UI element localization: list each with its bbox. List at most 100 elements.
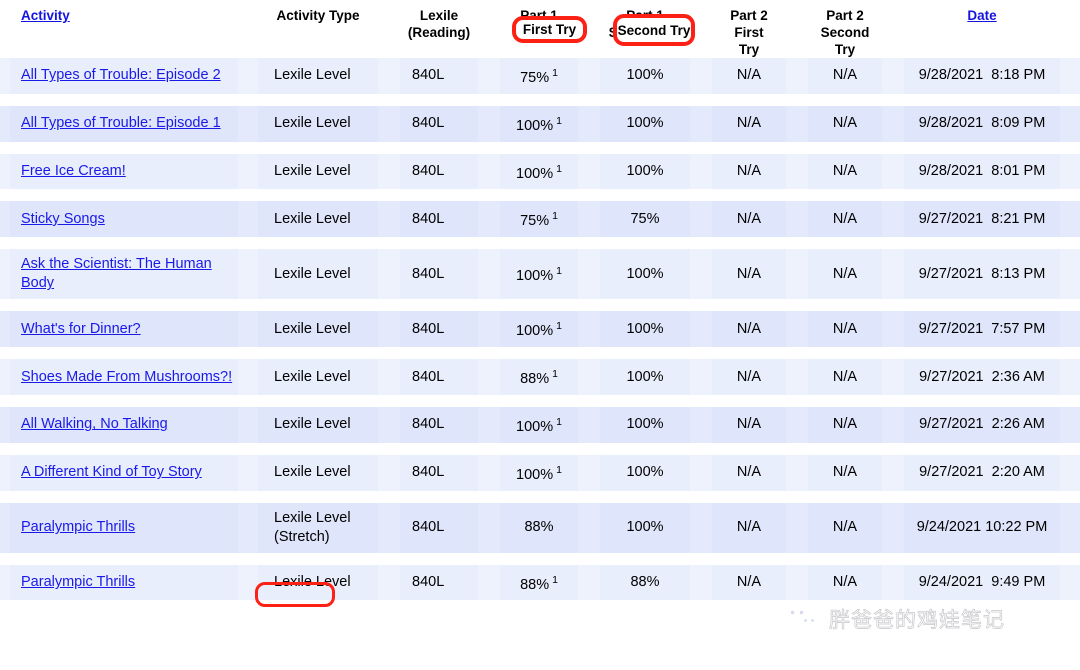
- part2-first-try-value: N/A: [736, 115, 762, 132]
- date-value: 9/27/2021 7:57 PM: [918, 320, 1046, 337]
- part2-first-try-value: N/A: [736, 519, 762, 536]
- row-right-spacer: [1060, 153, 1080, 190]
- cell-part2-first-try: N/A: [712, 359, 786, 395]
- table-row: Paralympic Thrills Lexile Level 840L 88% 1 88…: [0, 564, 1080, 601]
- cell-spacer: [478, 454, 500, 491]
- activity-link[interactable]: A Different Kind of Toy Story: [21, 464, 202, 480]
- row-separator: [0, 93, 1080, 106]
- header-activity[interactable]: Activity: [10, 0, 238, 58]
- header-lexile: Lexile (Reading): [400, 0, 478, 58]
- cell-spacer: [882, 58, 904, 94]
- cell-activity-type: Lexile Level: [258, 406, 378, 443]
- row-right-spacer: [1060, 406, 1080, 443]
- activity-type-label: Lexile Level: [274, 265, 351, 282]
- cell-activity-type: Lexile Level: [258, 564, 378, 601]
- activity-link[interactable]: Paralympic Thrills: [21, 519, 135, 535]
- lexile-value: 840L: [412, 574, 445, 591]
- cell-part2-first-try: N/A: [712, 201, 786, 238]
- header-date[interactable]: Date: [904, 0, 1060, 58]
- part1-first-try-value: 88%: [520, 370, 550, 387]
- cell-spacer: [882, 454, 904, 491]
- cell-spacer: [690, 201, 712, 238]
- wechat-icon: [782, 604, 822, 634]
- cell-spacer: [690, 564, 712, 601]
- activity-link[interactable]: All Types of Trouble: Episode 2: [21, 67, 221, 83]
- cell-spacer: [786, 201, 808, 238]
- part1-second-try-value: 100%: [626, 416, 664, 433]
- part1-first-try-value: 100%: [516, 165, 554, 182]
- row-separator: [0, 141, 1080, 154]
- activity-link[interactable]: Ask the Scientist: The Human Body: [21, 256, 212, 291]
- cell-lexile: 840L: [400, 58, 478, 94]
- activity-link[interactable]: Free Ice Cream!: [21, 163, 126, 179]
- cell-spacer: [478, 311, 500, 348]
- cell-part1-second-try: 100%: [600, 454, 690, 491]
- cell-activity: All Types of Trouble: Episode 1: [10, 105, 238, 142]
- cell-spacer: [882, 105, 904, 142]
- cell-activity-type: Lexile Level: [258, 359, 378, 395]
- row-right-spacer: [1060, 454, 1080, 491]
- date-value: 9/28/2021 8:18 PM: [918, 67, 1046, 84]
- header-spacer: [1060, 0, 1080, 58]
- footnote-marker: 1: [556, 114, 562, 127]
- activity-link[interactable]: All Types of Trouble: Episode 1: [21, 115, 221, 131]
- activity-link[interactable]: Sticky Songs: [21, 211, 105, 227]
- cell-date: 9/28/2021 8:09 PM: [904, 105, 1060, 142]
- cell-part2-first-try: N/A: [712, 105, 786, 142]
- row-separator: [0, 189, 1080, 202]
- activity-link[interactable]: All Walking, No Talking: [21, 416, 168, 432]
- part1-first-try-value: 100%: [516, 466, 554, 483]
- part1-second-try-value: 88%: [630, 574, 660, 591]
- date-value: 9/27/2021 2:20 AM: [919, 464, 1045, 481]
- row-separator: [0, 394, 1080, 407]
- cell-spacer: [238, 564, 258, 601]
- activity-type-label: Lexile Level: [274, 115, 351, 132]
- row-right-spacer: [1060, 311, 1080, 348]
- footnote-marker: 1: [556, 463, 562, 476]
- cell-date: 9/27/2021 8:13 PM: [904, 249, 1060, 300]
- part1-second-try-value: 75%: [630, 210, 660, 227]
- cell-part2-first-try: N/A: [712, 502, 786, 553]
- row-separator-cell: [0, 189, 1080, 202]
- header-activity-link[interactable]: Activity: [21, 8, 70, 23]
- row-left-spacer: [0, 58, 10, 94]
- activity-type-label: Lexile Level: [274, 574, 351, 591]
- lexile-value: 840L: [412, 163, 445, 180]
- activity-link[interactable]: What's for Dinner?: [21, 321, 141, 337]
- part1-first-try-value: 100%: [516, 117, 554, 134]
- footnote-marker: 1: [552, 368, 558, 381]
- cell-activity: All Walking, No Talking: [10, 406, 238, 443]
- cell-activity-type: Lexile Level (Stretch): [258, 502, 378, 553]
- cell-part2-first-try: N/A: [712, 311, 786, 348]
- part2-first-try-value: N/A: [736, 320, 762, 337]
- cell-lexile: 840L: [400, 406, 478, 443]
- footnote-marker: 1: [552, 573, 558, 586]
- part2-second-try-value: N/A: [832, 464, 858, 481]
- header-date-link[interactable]: Date: [967, 8, 996, 23]
- cell-spacer: [238, 105, 258, 142]
- cell-spacer: [478, 58, 500, 94]
- cell-spacer: [578, 564, 600, 601]
- activity-link[interactable]: Paralympic Thrills: [21, 574, 135, 590]
- activity-link[interactable]: Shoes Made From Mushrooms?!: [21, 369, 232, 385]
- footnote-marker: 1: [556, 320, 562, 333]
- cell-spacer: [378, 406, 400, 443]
- cell-activity-type: Lexile Level: [258, 311, 378, 348]
- cell-part2-second-try: N/A: [808, 502, 882, 553]
- cell-activity-type: Lexile Level: [258, 249, 378, 300]
- row-right-spacer: [1060, 58, 1080, 94]
- cell-spacer: [690, 58, 712, 94]
- cell-date: 9/27/2021 8:21 PM: [904, 201, 1060, 238]
- header-spacer: [578, 0, 600, 58]
- part1-second-try-value: 100%: [626, 368, 664, 385]
- cell-part1-first-try: 100% 1: [500, 406, 578, 443]
- cell-spacer: [786, 359, 808, 395]
- cell-spacer: [578, 201, 600, 238]
- cell-part1-second-try: 100%: [600, 153, 690, 190]
- part2-first-try-value: N/A: [736, 163, 762, 180]
- activity-type-label: Lexile Level: [274, 416, 351, 433]
- cell-activity: All Types of Trouble: Episode 2: [10, 58, 238, 94]
- cell-activity-type: Lexile Level: [258, 153, 378, 190]
- activity-type-label: Lexile Level: [274, 464, 351, 481]
- part1-first-try-value: 75%: [520, 69, 550, 86]
